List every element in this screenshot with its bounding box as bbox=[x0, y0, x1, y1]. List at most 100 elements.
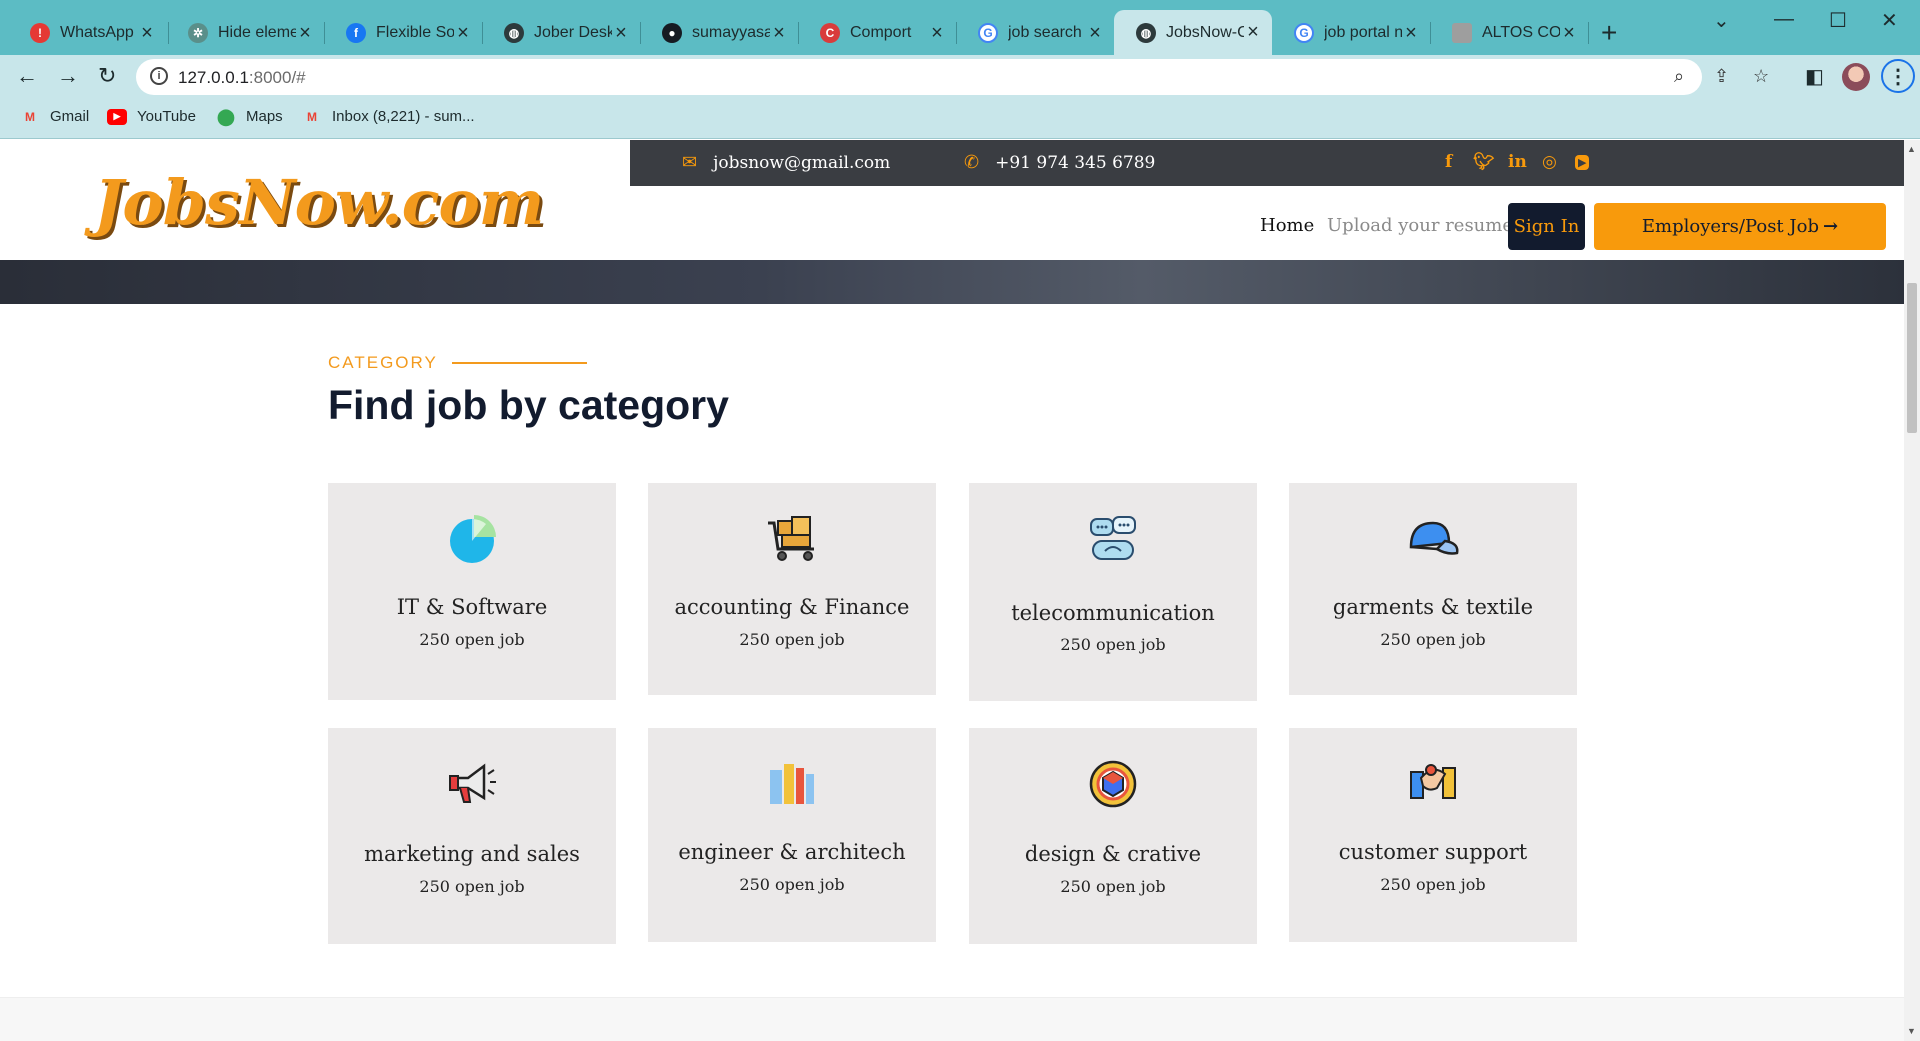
close-icon[interactable]: × bbox=[770, 22, 788, 45]
tab-altos[interactable]: ALTOS COR × bbox=[1430, 12, 1588, 54]
bookmark-inbox[interactable]: M Inbox (8,221) - sum... bbox=[302, 108, 475, 125]
cap-icon bbox=[1409, 521, 1459, 555]
side-panel-icon[interactable]: ◧ bbox=[1805, 64, 1824, 89]
tab-search-icon[interactable]: ⌄ bbox=[1713, 8, 1730, 33]
category-card-customer-support[interactable]: customer support 250 open job bbox=[1289, 728, 1577, 942]
category-card-garments[interactable]: garments & textile 250 open job bbox=[1289, 483, 1577, 695]
category-card-engineer[interactable]: engineer & architech 250 open job bbox=[648, 728, 936, 942]
category-card-marketing[interactable]: marketing and sales 250 open job bbox=[328, 728, 616, 944]
bookmark-gmail[interactable]: M Gmail bbox=[20, 108, 89, 125]
scrollbar-thumb[interactable] bbox=[1907, 283, 1917, 433]
sign-in-button[interactable]: Sign In bbox=[1508, 203, 1585, 250]
youtube-icon[interactable]: ▶ bbox=[1575, 155, 1590, 170]
browser-toolbar: ← → ↻ i 127.0.0.1:8000/# ⌕ ⇪ ☆ ◧ ⋮ bbox=[0, 55, 1920, 99]
close-icon[interactable]: × bbox=[296, 22, 314, 45]
category-count: 250 open job bbox=[1060, 635, 1166, 654]
bookmark-youtube[interactable]: ▶ YouTube bbox=[107, 108, 196, 125]
profile-avatar[interactable] bbox=[1842, 63, 1870, 91]
url-path: :8000/# bbox=[248, 68, 306, 87]
bookmark-maps[interactable]: ⬤ Maps bbox=[216, 108, 283, 126]
tab-job-portal[interactable]: G job portal n × bbox=[1272, 12, 1430, 54]
tab-github[interactable]: ● sumayyasar × bbox=[640, 12, 798, 54]
tab-flexible-software[interactable]: f Flexible Sof × bbox=[324, 12, 482, 54]
back-icon[interactable]: ← bbox=[16, 63, 38, 89]
scroll-down-icon[interactable]: ▼ bbox=[1907, 1026, 1916, 1036]
facebook-icon[interactable]: f bbox=[1445, 152, 1452, 172]
page-scrollbar[interactable]: ▲ ▼ bbox=[1904, 140, 1920, 1041]
category-card-it-software[interactable]: IT & Software 250 open job bbox=[328, 483, 616, 700]
nav-upload-resume[interactable]: Upload your resume bbox=[1327, 202, 1513, 248]
reload-icon[interactable]: ↻ bbox=[98, 63, 116, 89]
post-job-button[interactable]: Employers/Post Job → bbox=[1594, 203, 1886, 250]
bookmarks-bar: M Gmail ▶ YouTube ⬤ Maps M Inbox (8,221)… bbox=[0, 99, 1920, 139]
site-info-icon[interactable]: i bbox=[150, 67, 168, 85]
linkedin-icon[interactable]: in bbox=[1508, 152, 1527, 172]
next-section bbox=[0, 997, 1904, 1041]
phone-text: +91 974 345 6789 bbox=[995, 152, 1156, 173]
post-job-label: Employers/Post Job bbox=[1641, 216, 1819, 237]
address-bar[interactable]: i 127.0.0.1:8000/# ⌕ ⇪ ☆ bbox=[136, 59, 1769, 95]
minimize-icon[interactable]: — bbox=[1774, 8, 1794, 31]
maximize-icon[interactable]: ☐ bbox=[1829, 8, 1847, 33]
tab-whatsapp[interactable]: ! WhatsApp × bbox=[8, 12, 166, 54]
globe-icon: ◍ bbox=[1136, 22, 1156, 43]
site-logo[interactable]: JobsNow.com bbox=[94, 166, 544, 239]
category-name: garments & textile bbox=[1332, 595, 1534, 619]
section-eyebrow: CATEGORY bbox=[328, 353, 587, 373]
close-icon[interactable]: × bbox=[1086, 22, 1104, 45]
url-host: 127.0.0.1 bbox=[178, 68, 249, 87]
bookmark-label: YouTube bbox=[137, 108, 196, 125]
tab-title: job search l bbox=[1008, 24, 1086, 41]
document-icon bbox=[1452, 23, 1472, 43]
category-count: 250 open job bbox=[1380, 875, 1486, 894]
whatsapp-icon: ! bbox=[30, 23, 50, 43]
instagram-icon[interactable]: ◎ bbox=[1542, 152, 1557, 172]
tab-hide-element[interactable]: ✲ Hide eleme × bbox=[166, 12, 324, 54]
eyebrow-line bbox=[451, 362, 587, 364]
nav-home[interactable]: Home bbox=[1260, 202, 1314, 248]
contact-phone[interactable]: ✆ +91 974 345 6789 bbox=[964, 152, 1155, 173]
phone-icon: ✆ bbox=[964, 152, 980, 173]
facebook-icon: f bbox=[346, 23, 366, 43]
contact-email[interactable]: ✉ jobsnow@gmail.com bbox=[682, 152, 890, 173]
category-name: engineer & architech bbox=[678, 840, 906, 864]
category-count: 250 open job bbox=[1380, 630, 1486, 649]
category-card-telecommunication[interactable]: telecommunication 250 open job bbox=[969, 483, 1257, 701]
tab-comport[interactable]: C Comport × bbox=[798, 12, 956, 54]
category-count: 250 open job bbox=[419, 877, 525, 896]
tab-jober-desk[interactable]: ◍ Jober Desk × bbox=[482, 12, 640, 54]
window-close-icon[interactable]: ✕ bbox=[1881, 8, 1898, 33]
close-icon[interactable]: × bbox=[1560, 22, 1578, 45]
page-viewport: JobsNow.com ✉ jobsnow@gmail.com ✆ +91 97… bbox=[0, 140, 1904, 1041]
close-icon[interactable]: × bbox=[1244, 21, 1262, 44]
bookmark-label: Gmail bbox=[50, 108, 90, 125]
close-icon[interactable]: × bbox=[138, 22, 156, 45]
zoom-icon[interactable]: ⌕ bbox=[1674, 66, 1684, 87]
tab-title: ALTOS COR bbox=[1482, 24, 1560, 41]
contact-bar: ✉ jobsnow@gmail.com ✆ +91 974 345 6789 f… bbox=[630, 140, 1904, 186]
bookmark-star-icon[interactable]: ☆ bbox=[1753, 66, 1769, 87]
category-count: 250 open job bbox=[1060, 877, 1166, 896]
google-icon: G bbox=[1294, 23, 1314, 43]
tab-title: Hide eleme bbox=[218, 24, 296, 41]
blueprint-icon bbox=[770, 764, 814, 804]
tab-job-search[interactable]: G job search l × bbox=[956, 12, 1114, 54]
twitter-icon[interactable]: 🐦︎ bbox=[1473, 152, 1495, 172]
new-tab-button[interactable]: + bbox=[1601, 17, 1617, 49]
scroll-up-icon[interactable]: ▲ bbox=[1907, 144, 1916, 154]
share-icon[interactable]: ⇪ bbox=[1714, 66, 1729, 87]
browser-menu-icon[interactable]: ⋮ bbox=[1881, 59, 1915, 93]
category-card-accounting[interactable]: accounting & Finance 250 open job bbox=[648, 483, 936, 695]
close-icon[interactable]: × bbox=[454, 22, 472, 45]
category-card-design[interactable]: design & crative 250 open job bbox=[969, 728, 1257, 944]
forward-icon[interactable]: → bbox=[57, 63, 79, 89]
gmail-icon: M bbox=[307, 109, 317, 124]
close-icon[interactable]: × bbox=[1402, 22, 1420, 45]
category-name: accounting & Finance bbox=[674, 595, 910, 619]
url-text[interactable]: 127.0.0.1:8000/# bbox=[178, 68, 306, 88]
chat-bubbles-icon bbox=[1090, 516, 1136, 560]
category-name: customer support bbox=[1338, 840, 1528, 864]
tab-jobsnow[interactable]: ◍ JobsNow-C × bbox=[1114, 10, 1272, 55]
close-icon[interactable]: × bbox=[612, 22, 630, 45]
close-icon[interactable]: × bbox=[928, 22, 946, 45]
